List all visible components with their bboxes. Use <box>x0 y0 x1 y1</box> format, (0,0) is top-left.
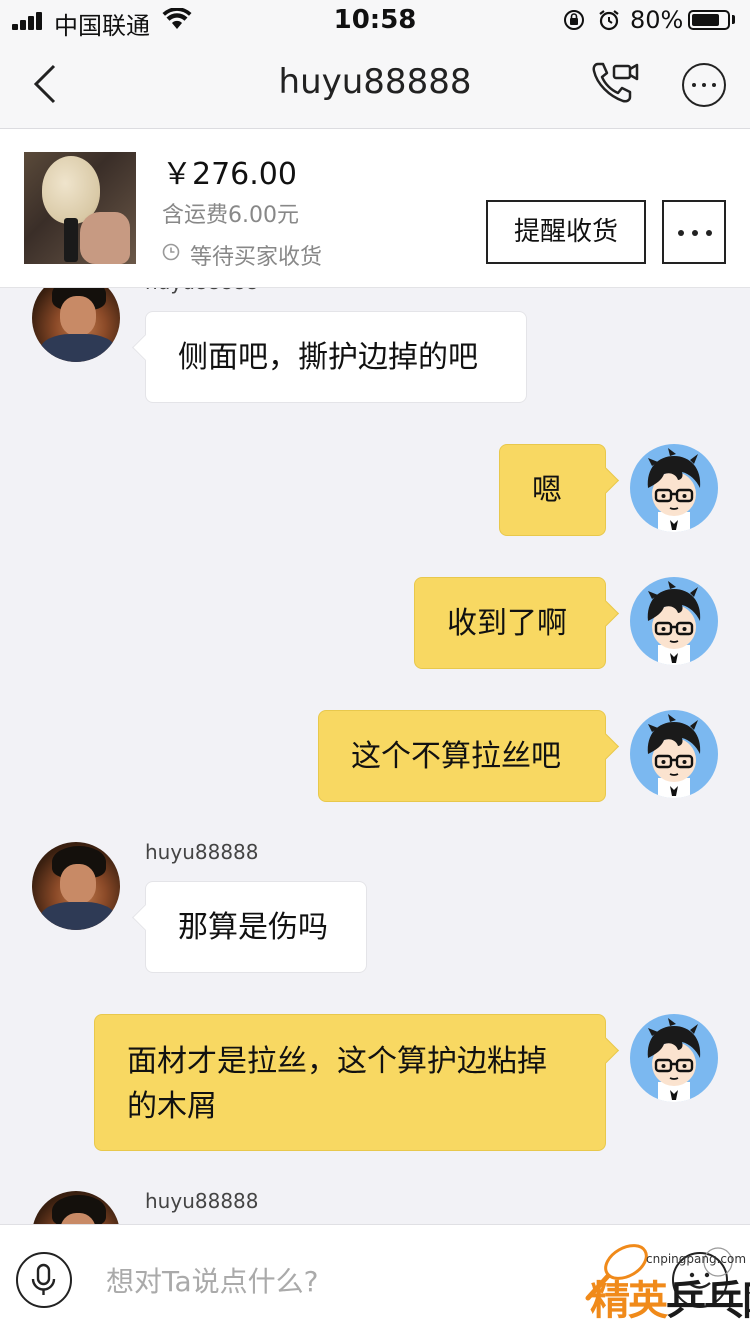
microphone-icon[interactable] <box>16 1252 72 1308</box>
message-bubble-outgoing[interactable]: 收到了啊 <box>414 577 606 669</box>
nav-bar: huyu88888 <box>0 40 750 129</box>
user-avatar[interactable] <box>630 710 718 798</box>
order-price: ￥276.00 <box>162 157 297 192</box>
order-summary: ￥276.00 含运费6.00元 等待买家收货 提醒收货 <box>0 129 750 288</box>
message-bubble-outgoing[interactable]: 嗯 <box>499 444 606 536</box>
contact-avatar[interactable] <box>32 288 120 362</box>
contact-avatar[interactable] <box>32 842 120 930</box>
shipping-fee: 含运费6.00元 <box>162 203 299 228</box>
order-status: 等待买家收货 <box>190 245 323 270</box>
sender-name: huyu88888 <box>145 840 259 864</box>
input-bar <box>0 1224 750 1335</box>
message-bubble-incoming[interactable]: 侧面吧，撕护边掉的吧 <box>145 311 527 403</box>
alarm-icon <box>599 10 619 31</box>
message-bubble-outgoing[interactable]: 面材才是拉丝，这个算护边粘掉的木屑 <box>94 1014 606 1151</box>
product-thumbnail[interactable] <box>24 152 136 264</box>
user-avatar[interactable] <box>630 577 718 665</box>
battery-percentage: 80% <box>630 6 684 34</box>
message-bubble-incoming[interactable]: 那算是伤吗 <box>145 881 367 973</box>
user-avatar[interactable] <box>630 1014 718 1102</box>
chat-messages[interactable]: huyu88888 侧面吧，撕护边掉的吧 嗯 收到了啊 这个不算拉丝吧 huyu… <box>0 288 750 1224</box>
remind-receipt-button[interactable]: 提醒收货 <box>486 200 646 264</box>
message-bubble-outgoing[interactable]: 这个不算拉丝吧 <box>318 710 606 802</box>
battery-tip <box>732 15 735 24</box>
sender-name: huyu88888 <box>145 288 259 294</box>
contact-avatar[interactable] <box>32 1191 120 1224</box>
smiley-icon[interactable] <box>672 1252 728 1308</box>
status-bar: 中国联通 10:58 80% <box>0 0 750 40</box>
clock-icon <box>162 243 180 261</box>
message-input[interactable] <box>104 1251 628 1311</box>
battery-icon <box>688 10 730 30</box>
orientation-lock-icon <box>564 10 584 30</box>
more-options-icon[interactable] <box>682 63 726 107</box>
phone-video-icon[interactable] <box>590 58 642 108</box>
order-more-icon[interactable] <box>662 200 726 264</box>
sender-name: huyu88888 <box>145 1189 259 1213</box>
user-avatar[interactable] <box>630 444 718 532</box>
